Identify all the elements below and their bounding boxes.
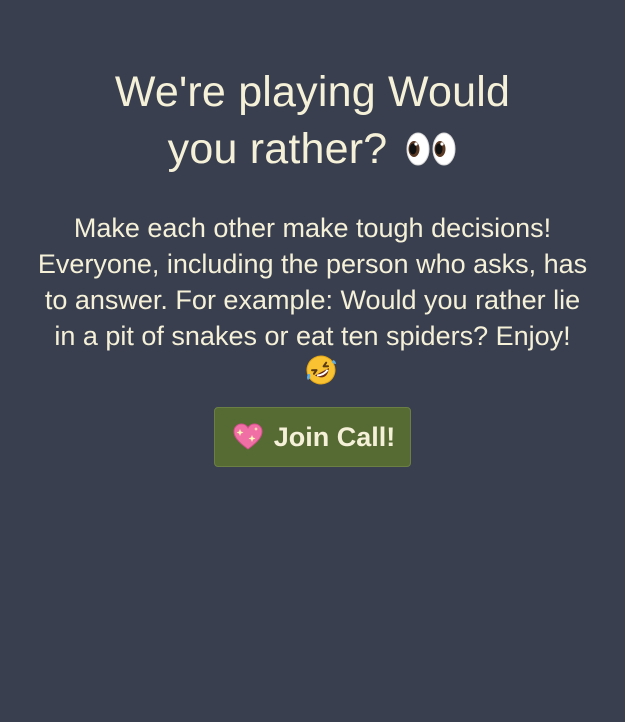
rolling-on-floor-laughing-emoji-icon [306, 355, 336, 385]
eyes-emoji-icon [406, 132, 456, 166]
game-description: Make each other make tough decisions! Ev… [33, 210, 593, 390]
page-title: We're playing Would you rather? [78, 64, 548, 178]
page: We're playing Would you rather? Make eac… [0, 0, 625, 722]
description-text: Make each other make tough decisions! Ev… [37, 213, 588, 351]
sparkling-heart-emoji-icon [233, 423, 263, 450]
join-call-button[interactable]: Join Call! [213, 407, 412, 467]
join-call-button-label: Join Call! [273, 421, 396, 452]
